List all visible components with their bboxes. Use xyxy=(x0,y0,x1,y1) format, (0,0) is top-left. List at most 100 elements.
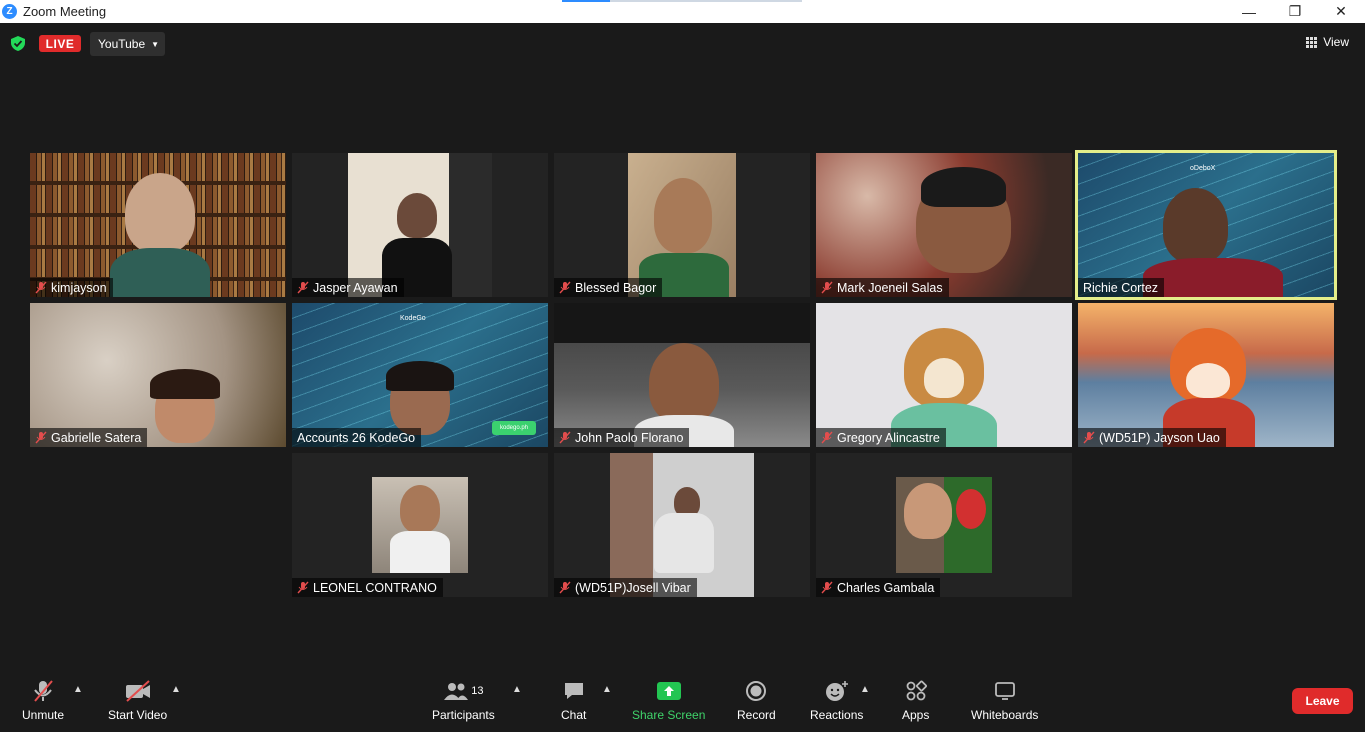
avatar xyxy=(125,173,195,253)
participant-name: kimjayson xyxy=(51,280,107,295)
title-bar: Z Zoom Meeting — ❐ ✕ xyxy=(0,0,1365,23)
kodego-logo-text: KodeGo xyxy=(400,315,426,322)
mic-muted-icon xyxy=(297,281,309,294)
participant-tile[interactable]: (WD51P) Jayson Uao xyxy=(1078,303,1334,447)
maximize-button[interactable]: ❐ xyxy=(1272,0,1318,23)
encryption-shield-icon[interactable] xyxy=(11,36,25,51)
participant-tile[interactable]: LEONEL CONTRANO xyxy=(292,453,548,597)
avatar-body xyxy=(390,531,450,573)
kodebox-logo-text: oDeboX xyxy=(1190,165,1216,172)
participant-name-label: Jasper Ayawan xyxy=(292,278,404,297)
unmute-button[interactable]: Unmute xyxy=(22,678,64,722)
whiteboard-icon xyxy=(994,682,1015,700)
participant-tile[interactable]: Jasper Ayawan xyxy=(292,153,548,297)
meeting-top-bar: LIVE YouTube ▼ View xyxy=(0,23,1365,65)
record-icon xyxy=(746,681,767,701)
mic-muted-icon xyxy=(821,281,833,294)
mic-muted-icon xyxy=(35,431,47,444)
stream-target-label: YouTube xyxy=(98,37,146,51)
participant-name-label: John Paolo Florano xyxy=(554,428,690,447)
kodego-badge: kodego.ph xyxy=(492,421,536,435)
live-badge[interactable]: LIVE xyxy=(39,35,81,52)
avatar-hair xyxy=(921,167,1006,207)
meeting-toolbar: Unmute ▲ Start Video ▲ 13 Participants ▲ xyxy=(0,670,1365,732)
participant-tile[interactable]: Mark Joeneil Salas xyxy=(816,153,1072,297)
mic-muted-icon xyxy=(821,431,833,444)
participant-tile[interactable]: Gregory Alincastre xyxy=(816,303,1072,447)
participant-name-label: kimjayson xyxy=(30,278,113,297)
caret-down-icon: ▼ xyxy=(151,39,160,49)
share-screen-button[interactable]: Share Screen xyxy=(632,678,705,722)
avatar-hair xyxy=(386,361,454,391)
participants-icon xyxy=(444,683,469,700)
participant-tile[interactable]: Charles Gambala xyxy=(816,453,1072,597)
stream-target-dropdown[interactable]: YouTube ▼ xyxy=(90,32,165,56)
apps-icon xyxy=(906,680,927,701)
reactions-options-caret-icon[interactable]: ▲ xyxy=(860,684,870,695)
apps-button[interactable]: Apps xyxy=(902,678,929,722)
participant-name-label: Richie Cortez xyxy=(1078,278,1165,297)
title-accent xyxy=(562,0,610,2)
participant-tile[interactable]: KodeGo kodego.ph Accounts 26 KodeGo xyxy=(292,303,548,447)
chat-button[interactable]: Chat xyxy=(561,678,586,722)
avatar-body xyxy=(654,513,714,573)
share-screen-label: Share Screen xyxy=(632,708,706,722)
participants-button[interactable]: 13 Participants xyxy=(432,678,495,722)
participant-name: LEONEL CONTRANO xyxy=(313,580,437,595)
participant-tile[interactable]: Blessed Bagor xyxy=(554,153,810,297)
title-accent-secondary xyxy=(610,0,802,2)
chat-label: Chat xyxy=(561,708,587,722)
chat-options-caret-icon[interactable]: ▲ xyxy=(602,684,612,695)
reactions-smiley-icon xyxy=(825,681,848,701)
participant-tile[interactable]: Gabrielle Satera xyxy=(30,303,286,447)
participant-tile[interactable]: kimjayson xyxy=(30,153,286,297)
christmas-tree-ornament xyxy=(956,489,986,529)
participant-tile[interactable]: (WD51P)Josell Vibar xyxy=(554,453,810,597)
participant-name: Accounts 26 KodeGo xyxy=(297,430,416,445)
participant-name-label: Accounts 26 KodeGo xyxy=(292,428,422,447)
avatar xyxy=(1163,188,1228,263)
avatar xyxy=(400,485,440,533)
participant-count: 13 xyxy=(471,685,484,697)
dog-avatar-muzzle xyxy=(924,358,964,398)
start-video-button[interactable]: Start Video xyxy=(108,678,167,722)
minimize-button[interactable]: — xyxy=(1226,0,1272,23)
participant-name-label: Charles Gambala xyxy=(816,578,941,597)
avatar-body xyxy=(110,248,210,297)
view-button[interactable]: View xyxy=(1306,35,1349,49)
whiteboards-button[interactable]: Whiteboards xyxy=(971,678,1038,722)
mic-muted-icon xyxy=(559,431,571,444)
participant-name-label: Blessed Bagor xyxy=(554,278,663,297)
participant-name: Blessed Bagor xyxy=(575,280,657,295)
participant-name: Mark Joeneil Salas xyxy=(837,280,943,295)
participant-name: John Paolo Florano xyxy=(575,430,684,445)
record-label: Record xyxy=(737,708,776,722)
participant-name: (WD51P) Jayson Uao xyxy=(1099,430,1220,445)
close-button[interactable]: ✕ xyxy=(1318,0,1364,23)
leave-button[interactable]: Leave xyxy=(1292,688,1353,714)
participant-name: Gregory Alincastre xyxy=(837,430,940,445)
avatar xyxy=(904,483,952,539)
participant-name: Gabrielle Satera xyxy=(51,430,142,445)
grid-view-icon xyxy=(1306,36,1318,48)
participant-name: Jasper Ayawan xyxy=(313,280,398,295)
participant-name-label: Gregory Alincastre xyxy=(816,428,946,447)
participant-name-label: Mark Joeneil Salas xyxy=(816,278,949,297)
reactions-label: Reactions xyxy=(810,708,864,722)
reactions-button[interactable]: Reactions xyxy=(810,678,863,722)
participant-tile-active-speaker[interactable]: oDeboX Richie Cortez xyxy=(1075,150,1337,300)
video-options-caret-icon[interactable]: ▲ xyxy=(171,684,181,695)
participant-name-label: Gabrielle Satera xyxy=(30,428,148,447)
record-button[interactable]: Record xyxy=(737,678,776,722)
participant-name: Charles Gambala xyxy=(837,580,935,595)
participants-options-caret-icon[interactable]: ▲ xyxy=(512,684,522,695)
whiteboards-label: Whiteboards xyxy=(971,708,1039,722)
audio-options-caret-icon[interactable]: ▲ xyxy=(73,684,83,695)
avatar xyxy=(649,343,719,423)
participant-name-label: (WD51P) Jayson Uao xyxy=(1078,428,1226,447)
microphone-muted-icon xyxy=(34,680,53,702)
mic-muted-icon xyxy=(821,581,833,594)
zoom-logo-icon: Z xyxy=(2,4,17,19)
view-label: View xyxy=(1323,35,1349,49)
participant-tile[interactable]: John Paolo Florano xyxy=(554,303,810,447)
